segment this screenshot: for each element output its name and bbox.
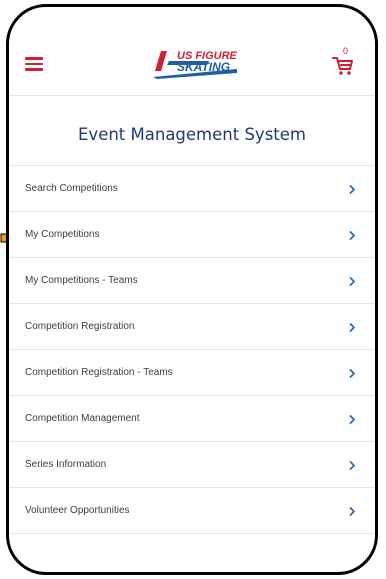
menu-item-my-competitions-teams[interactable]: My Competitions - Teams bbox=[9, 258, 375, 304]
menu-item-label: Competition Registration - Teams bbox=[25, 367, 173, 378]
menu-item-label: My Competitions bbox=[25, 229, 100, 240]
menu-list: Search Competitions My Competitions My C… bbox=[9, 166, 375, 534]
chevron-right-icon bbox=[349, 461, 355, 470]
menu-item-label: My Competitions - Teams bbox=[25, 275, 138, 286]
app-header: US FIGURE SKATING 0 bbox=[9, 7, 375, 96]
us-figure-skating-logo[interactable]: US FIGURE SKATING bbox=[149, 47, 241, 79]
page-title-section: Event Management System bbox=[9, 95, 375, 166]
menu-item-label: Series Information bbox=[25, 459, 107, 470]
chevron-right-icon bbox=[349, 507, 355, 516]
hamburger-menu-icon[interactable] bbox=[25, 57, 43, 71]
menu-item-search-competitions[interactable]: Search Competitions bbox=[9, 166, 375, 212]
svg-text:SKATING: SKATING bbox=[177, 60, 230, 74]
screen: US FIGURE SKATING 0 Event Management Sys… bbox=[0, 0, 386, 579]
shopping-cart-icon[interactable]: 0 bbox=[331, 46, 355, 77]
cart-count-badge: 0 bbox=[343, 46, 349, 56]
chevron-right-icon bbox=[349, 415, 355, 424]
menu-item-competition-registration-teams[interactable]: Competition Registration - Teams bbox=[9, 350, 375, 396]
menu-item-competition-management[interactable]: Competition Management bbox=[9, 396, 375, 442]
chevron-right-icon bbox=[349, 231, 355, 240]
chevron-right-icon bbox=[349, 369, 355, 378]
chevron-right-icon bbox=[349, 185, 355, 194]
menu-item-my-competitions[interactable]: My Competitions bbox=[9, 212, 375, 258]
phone-frame: US FIGURE SKATING 0 Event Management Sys… bbox=[6, 4, 378, 575]
menu-item-label: Volunteer Opportunities bbox=[25, 505, 130, 516]
menu-item-series-information[interactable]: Series Information bbox=[9, 442, 375, 488]
menu-item-label: Competition Management bbox=[25, 413, 140, 424]
menu-item-label: Competition Registration bbox=[25, 321, 135, 332]
menu-item-competition-registration[interactable]: Competition Registration bbox=[9, 304, 375, 350]
menu-item-label: Search Competitions bbox=[25, 183, 118, 194]
menu-item-volunteer-opportunities[interactable]: Volunteer Opportunities bbox=[9, 488, 375, 534]
chevron-right-icon bbox=[349, 277, 355, 286]
page-title: Event Management System bbox=[78, 124, 306, 144]
chevron-right-icon bbox=[349, 323, 355, 332]
